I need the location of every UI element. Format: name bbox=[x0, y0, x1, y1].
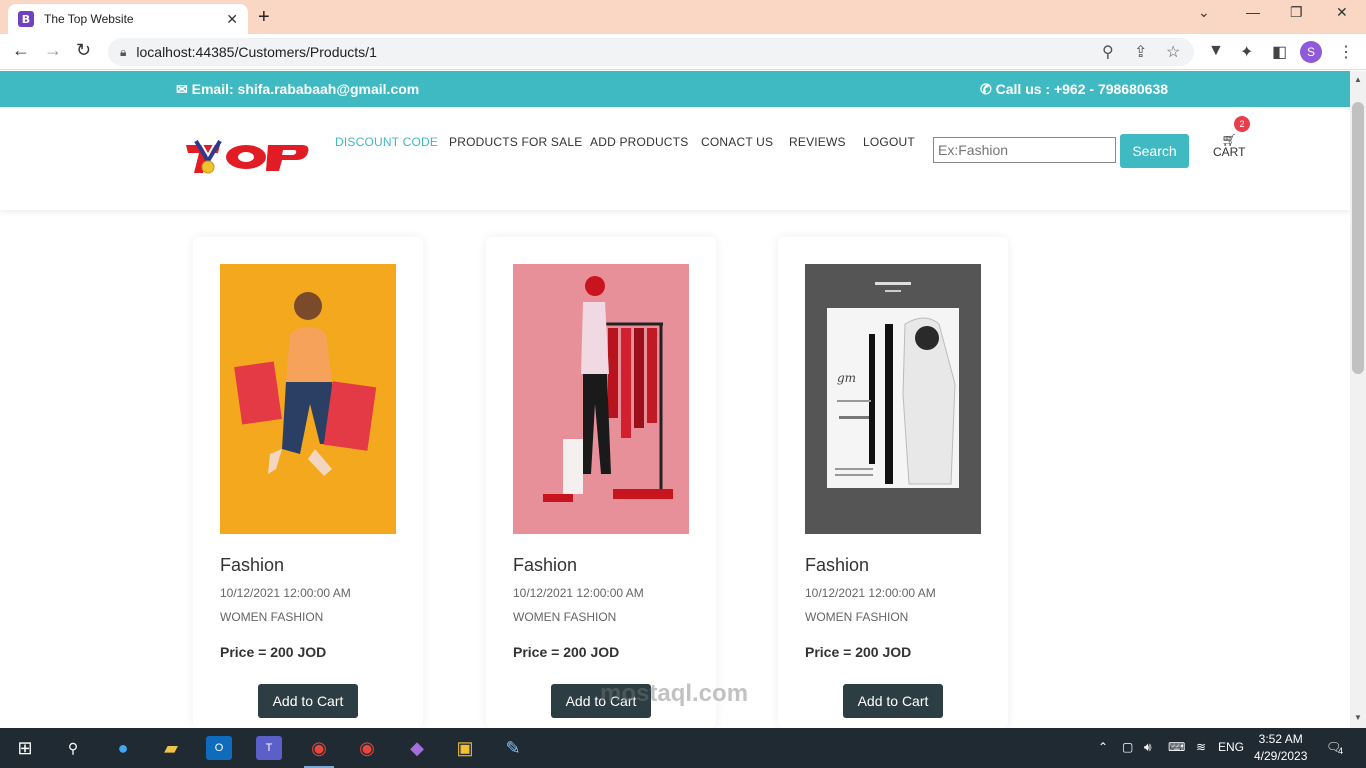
email-info: ✉ Email: shifa.rababaah@gmail.com bbox=[176, 81, 419, 98]
bootstrap-icon: B bbox=[18, 11, 34, 27]
volume-icon[interactable]: 🔊︎ bbox=[1144, 740, 1152, 755]
nav-add-products[interactable]: ADD PRODUCTS bbox=[590, 135, 688, 149]
page-scrollbar[interactable]: ▲ ▼ bbox=[1350, 71, 1366, 728]
keyboard-icon[interactable]: ⌨ bbox=[1168, 740, 1185, 754]
visual-studio-icon[interactable]: ◆ bbox=[404, 736, 430, 760]
product-image[interactable]: 𝑔𝑚 bbox=[805, 264, 981, 534]
product-title: Fashion bbox=[220, 555, 285, 575]
product-card: Fashion 10/12/2021 12:00:00 AM WOMEN FAS… bbox=[486, 237, 716, 728]
envelope-icon: ✉ bbox=[176, 81, 188, 97]
scroll-down-icon[interactable]: ▼ bbox=[1354, 713, 1362, 722]
back-icon[interactable]: ← bbox=[12, 40, 30, 61]
clock-date: 4/29/2023 bbox=[1254, 749, 1308, 763]
browser-tab[interactable]: B The Top Website ✕ bbox=[8, 4, 248, 34]
tab-search-icon[interactable]: ⌄ bbox=[1198, 4, 1210, 21]
close-icon[interactable]: ✕ bbox=[226, 11, 238, 28]
teams-icon[interactable]: T bbox=[256, 736, 282, 760]
notification-count: 4 bbox=[1338, 746, 1344, 756]
product-price: Price = 200 JOD bbox=[513, 644, 620, 660]
add-to-cart-button[interactable]: Add to Cart bbox=[843, 684, 943, 718]
extension-v-icon[interactable]: ▼ bbox=[1208, 42, 1224, 60]
windows-start-icon[interactable]: ⊞ bbox=[12, 736, 38, 760]
cart-icon: 🛒︎ bbox=[1221, 133, 1237, 147]
camera-icon[interactable]: ▢ bbox=[1122, 740, 1133, 754]
product-category: WOMEN FASHION bbox=[805, 610, 909, 624]
search-icon[interactable]: ⚲ bbox=[60, 736, 86, 760]
product-image[interactable] bbox=[220, 264, 396, 534]
product-category: WOMEN FASHION bbox=[220, 610, 324, 624]
paint-icon[interactable]: ✎ bbox=[500, 736, 526, 760]
email-text: Email: shifa.rababaah@gmail.com bbox=[191, 81, 420, 97]
sidepanel-icon[interactable]: ◧ bbox=[1272, 42, 1287, 62]
site-header: DISCOUNT CODE PRODUCTS FOR SALE ADD PROD… bbox=[0, 107, 1350, 210]
product-date: 10/12/2021 12:00:00 AM bbox=[805, 586, 936, 600]
restore-icon[interactable]: ❐ bbox=[1290, 4, 1303, 21]
product-image[interactable] bbox=[513, 264, 689, 534]
nav-discount-code[interactable]: DISCOUNT CODE bbox=[335, 135, 438, 149]
bookmark-star-icon[interactable]: ☆ bbox=[1166, 42, 1180, 62]
svg-text:𝑔𝑚: 𝑔𝑚 bbox=[837, 371, 856, 385]
phone-text: Call us : +962 - 798680638 bbox=[995, 81, 1169, 97]
tray-chevron-icon[interactable]: ⌃ bbox=[1098, 740, 1108, 754]
product-price: Price = 200 JOD bbox=[805, 644, 912, 660]
new-tab-icon[interactable]: + bbox=[258, 6, 270, 29]
clock[interactable]: 3:52 AM 4/29/2023 bbox=[1254, 731, 1307, 765]
window-close-icon[interactable]: ✕ bbox=[1336, 4, 1348, 21]
cart-link[interactable]: 🛒︎ CART bbox=[1213, 133, 1246, 159]
cart-count-badge: 2 bbox=[1234, 116, 1250, 132]
nav-products-for-sale[interactable]: PRODUCTS FOR SALE bbox=[449, 135, 582, 149]
puzzle-icon[interactable]: ✦ bbox=[1240, 42, 1253, 62]
product-date: 10/12/2021 12:00:00 AM bbox=[220, 586, 351, 600]
scroll-thumb[interactable] bbox=[1352, 102, 1364, 374]
watermark-text: mostaql.com bbox=[600, 680, 749, 707]
edge-icon[interactable]: ● bbox=[110, 736, 136, 760]
language-indicator[interactable]: ENG bbox=[1218, 740, 1244, 754]
search-input[interactable] bbox=[933, 137, 1116, 163]
scroll-up-icon[interactable]: ▲ bbox=[1354, 75, 1362, 84]
url-field[interactable]: 🔒︎ localhost:44385/Customers/Products/1 … bbox=[108, 38, 1194, 66]
product-card: Fashion 10/12/2021 12:00:00 AM WOMEN FAS… bbox=[193, 237, 423, 728]
phone-icon: ✆ bbox=[980, 81, 992, 97]
clock-time: 3:52 AM bbox=[1258, 732, 1303, 746]
chrome-icon-2[interactable]: ◉ bbox=[354, 736, 380, 760]
product-title: Fashion bbox=[805, 555, 870, 575]
product-price: Price = 200 JOD bbox=[220, 644, 327, 660]
product-date: 10/12/2021 12:00:00 AM bbox=[513, 586, 644, 600]
nav-reviews[interactable]: REVIEWS bbox=[789, 135, 846, 149]
tab-title: The Top Website bbox=[44, 12, 134, 26]
product-card: 𝑔𝑚 Fashion 10/12/2021 12:00:00 AM WOMEN … bbox=[778, 237, 1008, 728]
nav-logout[interactable]: LOGOUT bbox=[863, 135, 915, 149]
phone-info: ✆ Call us : +962 - 798680638 bbox=[980, 81, 1168, 98]
reload-icon[interactable]: ↻ bbox=[76, 40, 91, 61]
nav-contact-us[interactable]: CONACT US bbox=[701, 135, 773, 149]
app-icon[interactable]: ▣ bbox=[452, 736, 478, 760]
zoom-icon[interactable]: ⚲ bbox=[1102, 42, 1114, 62]
add-to-cart-button[interactable]: Add to Cart bbox=[258, 684, 358, 718]
outlook-icon[interactable]: O bbox=[206, 736, 232, 760]
menu-dots-icon[interactable]: ⋮ bbox=[1338, 42, 1354, 62]
search-button[interactable]: Search bbox=[1120, 134, 1189, 168]
windows-taskbar: ⊞ ⚲ ● ▰ O T ◉ ◉ ◆ ▣ ✎ ⌃ ▢ 🔊︎ ⌨ ≋ ENG 3:5… bbox=[0, 728, 1366, 768]
minimize-icon[interactable]: — bbox=[1246, 4, 1260, 20]
url-text: localhost:44385/Customers/Products/1 bbox=[136, 44, 377, 60]
file-explorer-icon[interactable]: ▰ bbox=[158, 736, 184, 760]
product-title: Fashion bbox=[513, 555, 578, 575]
top-logo[interactable] bbox=[186, 139, 310, 177]
cart-label: CART bbox=[1213, 145, 1246, 159]
product-category: WOMEN FASHION bbox=[513, 610, 617, 624]
forward-icon[interactable]: → bbox=[44, 40, 62, 61]
contact-bar: ✉ Email: shifa.rababaah@gmail.com ✆ Call… bbox=[0, 71, 1350, 107]
wifi-icon[interactable]: ≋ bbox=[1196, 740, 1206, 754]
lock-icon: 🔒︎ bbox=[120, 44, 127, 59]
browser-tab-bar: B The Top Website ✕ + ⌄ — ❐ ✕ bbox=[0, 0, 1366, 34]
chrome-icon[interactable]: ◉ bbox=[306, 736, 332, 760]
profile-avatar[interactable]: S bbox=[1300, 41, 1322, 63]
share-icon[interactable]: ⇪ bbox=[1134, 42, 1147, 62]
address-bar: ← → ↻ 🔒︎ localhost:44385/Customers/Produ… bbox=[0, 34, 1366, 70]
